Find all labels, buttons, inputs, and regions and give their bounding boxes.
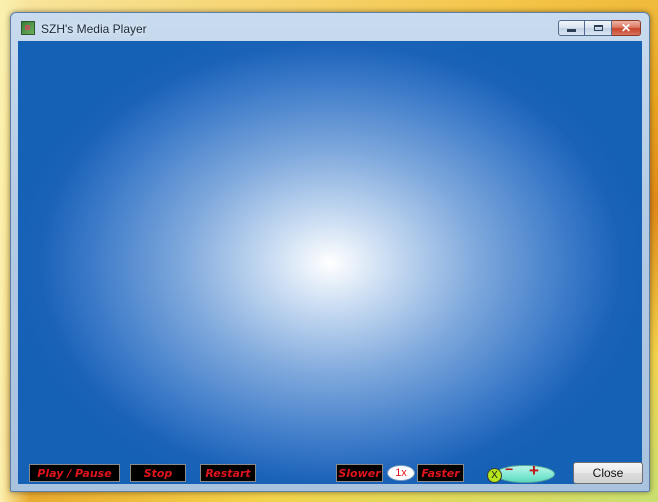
volume-control: − + X [487, 461, 555, 484]
playback-speed-indicator: 1x [387, 465, 415, 481]
media-player-window: SZH's Media Player ✕ Play / Pause Stop R… [10, 12, 650, 492]
volume-oval [495, 465, 555, 483]
mute-button[interactable]: X [487, 468, 502, 483]
title-bar[interactable]: SZH's Media Player ✕ [11, 13, 649, 41]
volume-up-button[interactable]: + [529, 461, 539, 481]
video-display-area[interactable]: Play / Pause Stop Restart Slower 1x Fast… [18, 41, 643, 484]
play-pause-button[interactable]: Play / Pause [29, 464, 120, 482]
slower-button[interactable]: Slower [336, 464, 383, 482]
stop-button[interactable]: Stop [130, 464, 186, 482]
restart-button[interactable]: Restart [200, 464, 256, 482]
window-close-button[interactable]: ✕ [612, 20, 641, 36]
app-icon [21, 21, 35, 35]
faster-button[interactable]: Faster [417, 464, 464, 482]
volume-down-button[interactable]: − [505, 461, 513, 477]
caption-buttons: ✕ [558, 20, 641, 37]
close-icon: ✕ [620, 21, 632, 35]
close-button[interactable]: Close [573, 462, 643, 484]
minimize-icon [567, 29, 576, 32]
maximize-button[interactable] [585, 20, 612, 36]
minimize-button[interactable] [558, 20, 585, 36]
playback-controls: Play / Pause Stop Restart Slower 1x Fast… [18, 461, 643, 484]
maximize-icon [593, 25, 603, 31]
window-title: SZH's Media Player [41, 22, 147, 36]
